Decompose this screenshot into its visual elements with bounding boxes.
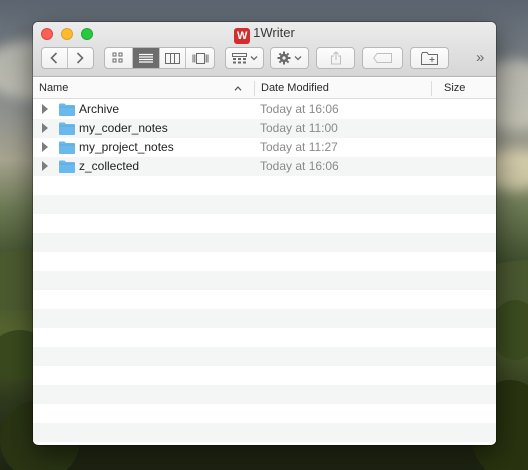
file-date: Today at 16:06 xyxy=(260,102,339,116)
list-view-button[interactable] xyxy=(132,48,160,68)
list-item[interactable]: z_collected Today at 16:06 xyxy=(33,157,496,176)
back-button[interactable] xyxy=(42,48,68,68)
file-name: z_collected xyxy=(79,159,140,173)
new-folder-button[interactable] xyxy=(410,47,449,69)
chevron-left-icon xyxy=(50,52,58,64)
empty-row xyxy=(33,290,496,309)
list-icon xyxy=(138,53,153,63)
empty-row xyxy=(33,176,496,195)
tags-button[interactable] xyxy=(362,47,403,69)
chevron-right-icon xyxy=(77,52,84,64)
share-icon xyxy=(330,51,341,65)
list-item[interactable]: my_coder_notes Today at 11:00 xyxy=(33,119,496,138)
file-name: Archive xyxy=(79,102,120,116)
back-forward-control xyxy=(41,47,94,69)
empty-row xyxy=(33,195,496,214)
arrange-grid-icon xyxy=(231,52,247,63)
list-item[interactable]: Archive Today at 16:06 xyxy=(33,100,496,119)
empty-row xyxy=(33,233,496,252)
empty-row xyxy=(33,214,496,233)
sort-ascending-icon xyxy=(234,86,242,91)
action-button[interactable] xyxy=(270,47,309,69)
folder-icon xyxy=(59,103,75,116)
file-name: my_project_notes xyxy=(79,140,174,154)
empty-row xyxy=(33,328,496,347)
gallery-icon xyxy=(192,52,209,64)
arrange-button[interactable] xyxy=(225,47,264,69)
empty-row xyxy=(33,271,496,290)
empty-row xyxy=(33,404,496,423)
file-date: Today at 16:06 xyxy=(260,159,339,173)
empty-row xyxy=(33,385,496,404)
empty-row xyxy=(33,309,496,328)
file-date: Today at 11:27 xyxy=(260,140,338,154)
size-column-header[interactable]: Size xyxy=(438,78,496,99)
forward-button[interactable] xyxy=(68,48,93,68)
list-item[interactable]: my_project_notes Today at 11:27 xyxy=(33,138,496,157)
empty-row xyxy=(33,252,496,271)
window-title: W 1Writer xyxy=(33,25,496,44)
chevron-down-icon xyxy=(250,56,257,61)
gear-icon xyxy=(277,51,291,65)
file-list: Archive Today at 16:06 my_coder_notes To… xyxy=(33,100,496,445)
finder-window: W 1Writer » Name Date Modified Size Arch… xyxy=(33,22,496,445)
grid-icon xyxy=(112,52,123,63)
empty-row xyxy=(33,366,496,385)
disclosure-triangle-icon[interactable] xyxy=(42,161,48,171)
window-title-text: 1Writer xyxy=(253,25,295,40)
column-view-button[interactable] xyxy=(160,48,187,68)
toolbar-overflow-button[interactable]: » xyxy=(476,49,484,66)
date-modified-column-label: Date Modified xyxy=(261,82,329,94)
title-bar: W 1Writer » xyxy=(33,22,496,77)
empty-row xyxy=(33,347,496,366)
name-column-label: Name xyxy=(39,82,69,94)
size-column-label: Size xyxy=(444,82,466,94)
chevron-down-icon xyxy=(294,56,302,61)
disclosure-triangle-icon[interactable] xyxy=(42,142,48,152)
file-name: my_coder_notes xyxy=(79,121,168,135)
disclosure-triangle-icon[interactable] xyxy=(42,123,48,133)
gallery-view-button[interactable] xyxy=(186,48,214,68)
icon-view-button[interactable] xyxy=(105,48,133,68)
app-icon: W xyxy=(234,28,251,44)
file-date: Today at 11:00 xyxy=(260,121,338,135)
name-column-header[interactable]: Name xyxy=(33,78,249,99)
folder-icon xyxy=(59,160,75,173)
disclosure-triangle-icon[interactable] xyxy=(42,104,48,114)
folder-icon xyxy=(59,141,75,154)
empty-row xyxy=(33,423,496,442)
column-divider[interactable] xyxy=(431,81,432,96)
date-modified-column-header[interactable]: Date Modified xyxy=(255,78,430,99)
folder-icon xyxy=(59,122,75,135)
view-mode-control xyxy=(104,47,215,69)
columns-icon xyxy=(164,52,180,64)
tag-icon xyxy=(372,53,392,63)
new-folder-icon xyxy=(421,51,438,65)
share-button[interactable] xyxy=(316,47,355,69)
column-header: Name Date Modified Size xyxy=(33,78,496,99)
